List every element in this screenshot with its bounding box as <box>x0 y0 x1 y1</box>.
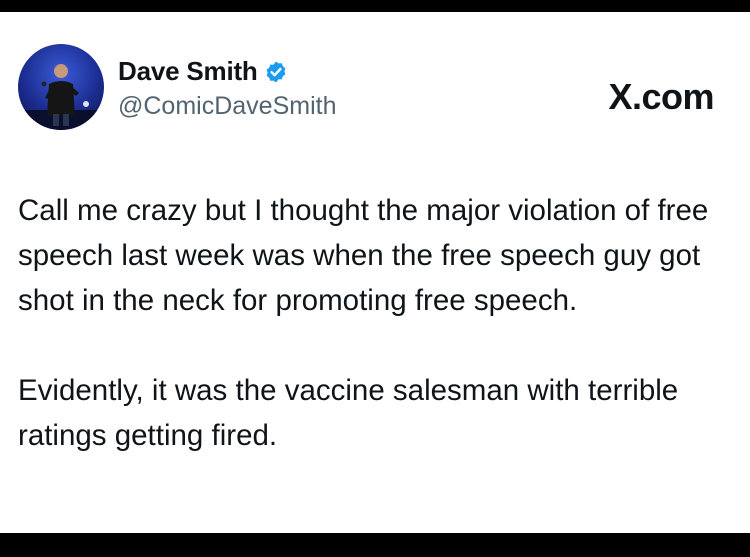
post-paragraph-1: Call me crazy but I thought the major vi… <box>18 194 709 317</box>
avatar[interactable] <box>18 44 104 130</box>
verified-badge-icon <box>266 61 286 82</box>
post-text: Call me crazy but I thought the major vi… <box>18 188 728 458</box>
author-handle[interactable]: @ComicDaveSmith <box>118 92 336 121</box>
author-name-row: Dave Smith <box>118 56 288 87</box>
author-display-name[interactable]: Dave Smith <box>118 56 258 87</box>
post-card: Dave Smith @ComicDaveSmith X.com Call me… <box>0 12 750 533</box>
brand-label: X.com <box>608 76 714 117</box>
avatar-photo-icon <box>18 64 104 130</box>
post-paragraph-2: Evidently, it was the vaccine salesman w… <box>18 374 679 452</box>
